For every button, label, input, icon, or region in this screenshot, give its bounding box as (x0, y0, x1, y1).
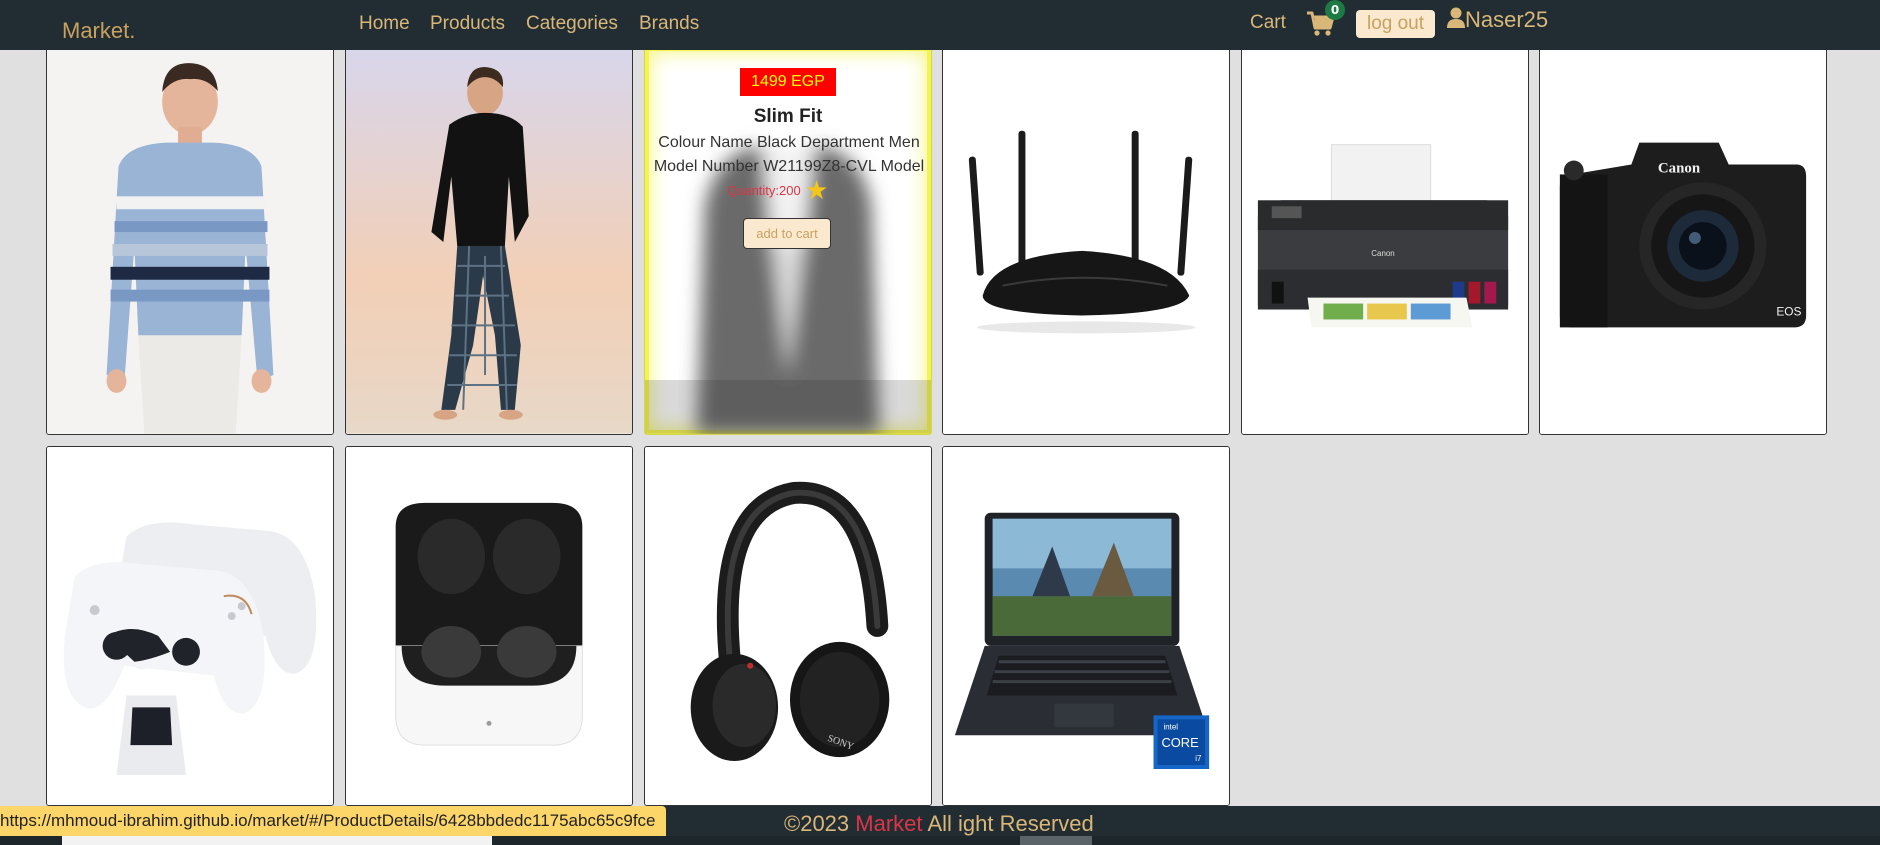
star-icon[interactable]: ★ (805, 177, 828, 203)
headphones-image: SONY (645, 447, 931, 805)
product-card[interactable]: SONY (644, 446, 932, 806)
product-card[interactable] (345, 46, 633, 435)
product-card-hovered[interactable]: 1499 EGP Slim Fit Colour Name Black Depa… (644, 46, 932, 435)
username-label[interactable]: Naser25 (1465, 7, 1548, 33)
product-card[interactable] (942, 46, 1230, 435)
nav-link-categories[interactable]: Categories (526, 13, 618, 35)
bottom-strip-segment (62, 836, 492, 845)
game-controllers-image (47, 447, 333, 805)
nav-link-brands[interactable]: Brands (639, 13, 699, 35)
product-card[interactable] (46, 46, 334, 435)
user-icon (1446, 7, 1466, 29)
cart-link[interactable]: Cart (1250, 12, 1286, 34)
copyright-year: ©2023 (784, 811, 850, 836)
bottom-strip (0, 836, 1880, 845)
nav-link-home[interactable]: Home (359, 13, 410, 35)
cart-count-badge: 0 (1325, 0, 1345, 20)
product-description: Colour Name Black Department Men Model N… (649, 131, 929, 179)
product-card[interactable]: intel CORE i7 (942, 446, 1230, 806)
router-image (943, 47, 1229, 434)
product-quantity: Quantity:200 (727, 183, 801, 198)
product-card[interactable] (345, 446, 633, 806)
navbar: Market. Home Products Categories Brands … (0, 0, 1880, 50)
product-card[interactable]: Canon EOS (1539, 46, 1827, 435)
sweater-model-image (47, 47, 333, 434)
svg-text:Canon: Canon (1371, 249, 1394, 258)
laptop-image: intel CORE i7 (943, 447, 1229, 805)
printer-image: Canon (1242, 47, 1528, 434)
svg-text:Canon: Canon (1658, 160, 1701, 176)
price-tag: 1499 EGP (740, 68, 836, 96)
bottom-strip-segment (1020, 836, 1092, 845)
pajama-model-image (346, 47, 632, 434)
add-to-cart-button[interactable]: add to cart (743, 218, 831, 249)
camera-image: Canon EOS (1540, 47, 1826, 434)
nav-link-products[interactable]: Products (430, 13, 505, 35)
brand-logo[interactable]: Market. (62, 18, 135, 44)
status-bar-url: https://mhmoud-ibrahim.github.io/market/… (0, 806, 666, 836)
product-description-line: Model Number W21199Z8-CVL Model (653, 158, 925, 175)
product-title: Slim Fit (753, 106, 823, 127)
product-description-line: Colour Name Black Department Men (658, 134, 920, 151)
footer-rights: All ight Reserved (927, 811, 1094, 836)
svg-text:i7: i7 (1195, 754, 1202, 763)
product-card[interactable]: Canon (1241, 46, 1529, 435)
svg-text:intel: intel (1163, 722, 1178, 731)
earbuds-image (346, 447, 632, 805)
svg-text:CORE: CORE (1161, 735, 1199, 750)
footer-brand: Market (855, 811, 923, 836)
svg-text:EOS: EOS (1776, 304, 1801, 318)
logout-button[interactable]: log out (1356, 10, 1435, 38)
product-card[interactable] (46, 446, 334, 806)
footer-copyright: ©2023 Market All ight Reserved (784, 811, 1094, 837)
